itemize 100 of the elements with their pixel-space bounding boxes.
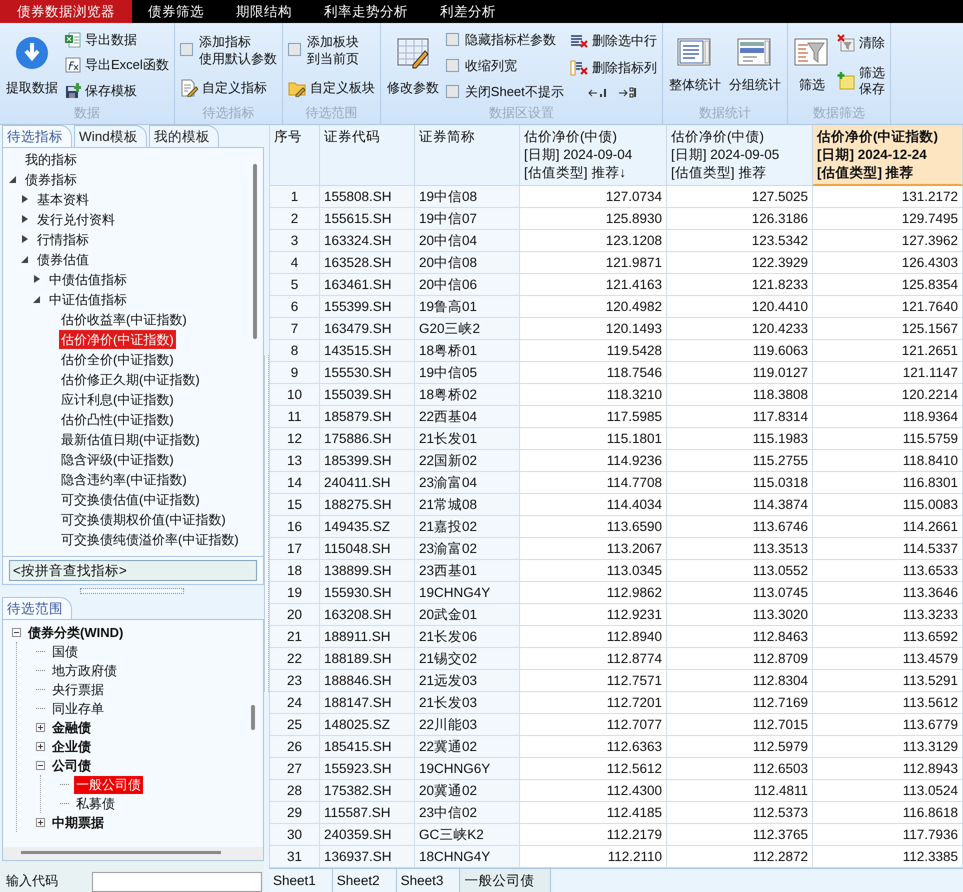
table-cell: 113.6779 (813, 714, 963, 736)
tree-item[interactable]: 国债 (50, 642, 80, 660)
panel-tab[interactable]: 待选范围 (2, 597, 72, 619)
ribbon-button[interactable]: 删除选中行 (570, 32, 657, 50)
tree-item[interactable]: 应计利息(中证指数) (59, 390, 176, 408)
tree-item[interactable]: 可交换债纯债溢价率(中证指数) (59, 530, 241, 548)
checkbox[interactable] (288, 43, 301, 56)
scrollbar[interactable] (251, 705, 255, 730)
tree-item[interactable]: 基本资料 (35, 190, 91, 208)
expand-arrow-icon[interactable] (21, 234, 29, 244)
ribbon-button[interactable]: 自定义指标 (180, 78, 277, 98)
checkbox[interactable] (446, 33, 459, 46)
checkbox[interactable] (446, 84, 459, 98)
table-cell: 3 (270, 230, 320, 252)
collapse-arrow-icon[interactable] (9, 174, 17, 184)
tree-item[interactable]: 债券分类(WIND) (26, 624, 126, 642)
splitter-handle[interactable] (264, 355, 269, 692)
panel-tab[interactable]: Wind模板 (74, 125, 147, 147)
tree-item[interactable]: 中债估值指标 (47, 270, 129, 288)
move-right-icon[interactable] (618, 87, 638, 100)
plus-box-icon[interactable] (36, 818, 45, 827)
column-header[interactable]: 序号 (270, 125, 320, 186)
sheet-tab[interactable]: Sheet3 (396, 869, 460, 892)
tree-item[interactable]: 公司债 (50, 756, 93, 774)
ribbon-button[interactable]: 分组统计 (728, 34, 782, 98)
ribbon-button[interactable]: 筛选 保存 (836, 64, 885, 98)
tree-item[interactable]: 金融债 (50, 718, 93, 736)
sheet-tab[interactable]: 一般公司债 (460, 869, 552, 892)
tree-item[interactable]: 估价净价(中证指数) (59, 330, 176, 348)
column-header[interactable]: 估价净价(中债) [日期] 2024-09-04 [估值类型] 推荐↓ (520, 125, 667, 186)
expand-arrow-icon[interactable] (21, 194, 29, 204)
ribbon-button[interactable]: 修改参数 (386, 30, 440, 100)
tree-item[interactable]: 估价修正久期(中证指数) (59, 370, 202, 388)
ribbon-button[interactable]: 清除 (836, 32, 885, 53)
tree-item[interactable]: 债券估值 (35, 250, 91, 268)
menu-tab[interactable]: 债券筛选 (132, 0, 220, 23)
collapse-arrow-icon[interactable] (33, 294, 41, 304)
column-header[interactable]: 估价净价(中证指数) [日期] 2024-12-24 [估值类型] 推荐 (813, 125, 963, 186)
plus-box-icon[interactable] (36, 742, 45, 751)
menu-tab[interactable]: 期限结构 (220, 0, 308, 23)
sheet-tab[interactable]: Sheet2 (332, 869, 397, 892)
tree-item[interactable]: 中期票据 (50, 814, 106, 832)
splitter-handle[interactable] (80, 588, 184, 594)
checkbox[interactable] (446, 58, 459, 72)
tree-item[interactable]: 行情指标 (35, 230, 91, 248)
collapse-arrow-icon[interactable] (21, 254, 29, 264)
tree-item[interactable]: 企业债 (50, 738, 93, 756)
table-cell: 155399.SH (320, 296, 415, 318)
ribbon-button[interactable]: 删除指标列 (570, 59, 657, 78)
table-cell: 18粤桥02 (415, 384, 520, 406)
ribbon-button[interactable]: 保存模板 (65, 82, 169, 100)
plus-box-icon[interactable] (36, 723, 45, 732)
checkbox[interactable] (180, 43, 193, 56)
column-header[interactable]: 证券代码 (320, 125, 415, 186)
sheet-tab[interactable]: Sheet1 (269, 869, 333, 892)
function-document-icon (65, 57, 81, 74)
ribbon-button[interactable]: 导出数据 (65, 30, 169, 49)
tree-item[interactable]: 可交换债期权价值(中证指数) (59, 510, 228, 528)
ribbon-button[interactable]: 提取数据 (5, 30, 59, 100)
tree-item[interactable]: 隐含评级(中证指数) (59, 450, 176, 468)
table-cell: 138899.SH (320, 560, 415, 582)
code-input-field[interactable] (92, 872, 262, 892)
tree-item[interactable]: 隐含违约率(中证指数) (59, 470, 189, 488)
tree-item[interactable]: 可交换债估值(中证指数) (59, 490, 202, 508)
tree-item[interactable]: 最新估值日期(中证指数) (59, 430, 202, 448)
menu-tab[interactable]: 利率走势分析 (308, 0, 424, 23)
tree-item[interactable]: 我的指标 (23, 150, 79, 168)
expand-arrow-icon[interactable] (21, 214, 29, 224)
tree-item[interactable]: 估价收益率(中证指数) (59, 310, 189, 328)
scrollbar[interactable] (21, 851, 221, 854)
minus-box-icon[interactable] (36, 761, 45, 770)
search-field[interactable]: <按拼音查找指标> (9, 560, 257, 581)
table-cell: 185415.SH (320, 736, 415, 758)
table-cell: 23渝富02 (415, 538, 520, 560)
column-header[interactable]: 证券简称 (415, 125, 520, 186)
table-cell: 116.8618 (813, 802, 963, 824)
table-cell: 113.0524 (813, 780, 963, 802)
panel-tab[interactable]: 我的模板 (148, 125, 219, 147)
tree-item[interactable]: 发行兑付资料 (35, 210, 117, 228)
move-left-icon[interactable] (588, 87, 608, 100)
expand-arrow-icon[interactable] (33, 274, 41, 284)
tree-item[interactable]: 估价凸性(中证指数) (59, 410, 176, 428)
tree-item[interactable]: 一般公司债 (74, 776, 143, 794)
ribbon-button[interactable]: 导出Excel函数 (65, 56, 169, 74)
tree-item[interactable]: 地方政府债 (50, 662, 119, 680)
menu-tab[interactable]: 债券数据浏览器 (0, 0, 132, 23)
tree-item[interactable]: 估价全价(中证指数) (59, 350, 176, 368)
minus-box-icon[interactable] (12, 628, 21, 637)
tree-item[interactable]: 债券指标 (23, 170, 79, 188)
column-header[interactable]: 估价净价(中债) [日期] 2024-09-05 [估值类型] 推荐 (667, 125, 813, 186)
ribbon-button[interactable]: 自定义板块 (288, 78, 375, 98)
tree-item[interactable]: 私募债 (74, 794, 117, 812)
ribbon-button[interactable]: 筛选 (792, 34, 831, 98)
scrollbar[interactable] (253, 164, 257, 339)
tree-item[interactable]: 同业存单 (50, 700, 106, 718)
panel-tab[interactable]: 待选指标 (2, 125, 72, 147)
menu-tab[interactable]: 利差分析 (424, 0, 512, 23)
tree-item[interactable]: 央行票据 (50, 680, 106, 698)
tree-item[interactable]: 中证估值指标 (47, 290, 129, 308)
ribbon-button[interactable]: 整体统计 (668, 34, 722, 98)
